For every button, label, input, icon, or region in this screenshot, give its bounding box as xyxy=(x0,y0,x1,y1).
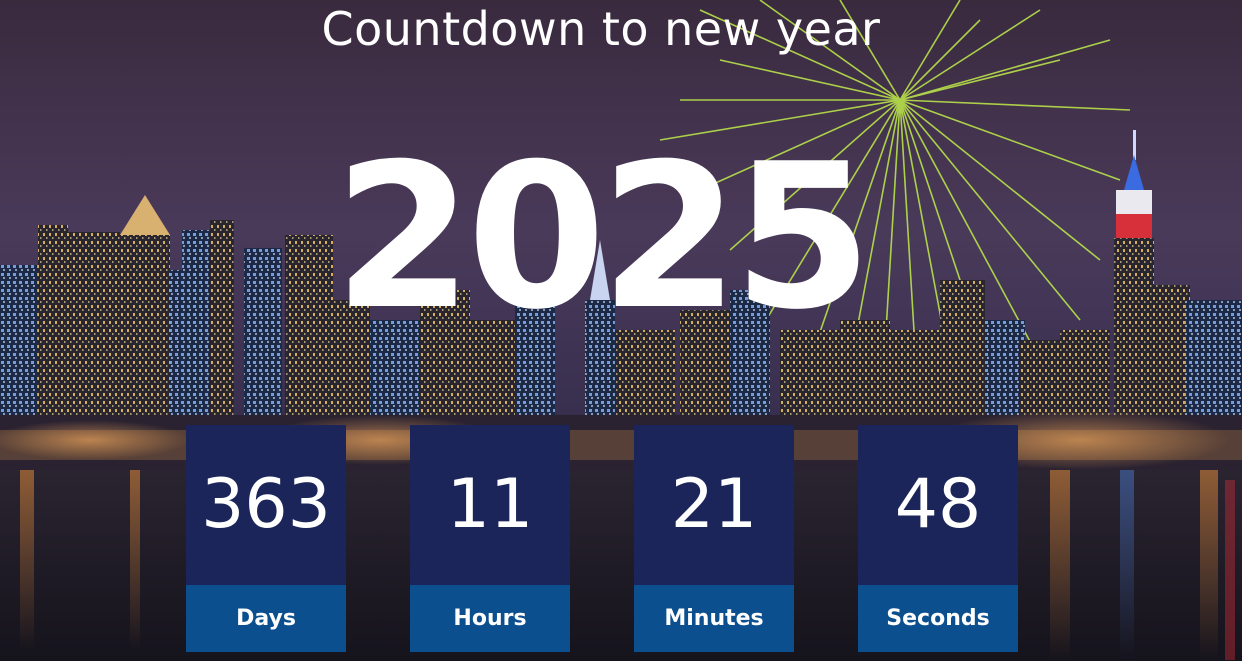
page-title: Countdown to new year xyxy=(321,2,881,56)
minutes-value: 21 xyxy=(634,425,794,585)
seconds-value: 48 xyxy=(858,425,1018,585)
days-label: Days xyxy=(186,585,346,652)
countdown-card-minutes: 21 Minutes xyxy=(634,425,794,652)
hours-label: Hours xyxy=(410,585,570,652)
minutes-label: Minutes xyxy=(634,585,794,652)
countdown-card-hours: 11 Hours xyxy=(410,425,570,652)
countdown-card-days: 363 Days xyxy=(186,425,346,652)
target-year: 2025 xyxy=(333,121,873,354)
countdown-card-seconds: 48 Seconds xyxy=(858,425,1018,652)
seconds-label: Seconds xyxy=(858,585,1018,652)
days-value: 363 xyxy=(186,425,346,585)
hours-value: 11 xyxy=(410,425,570,585)
